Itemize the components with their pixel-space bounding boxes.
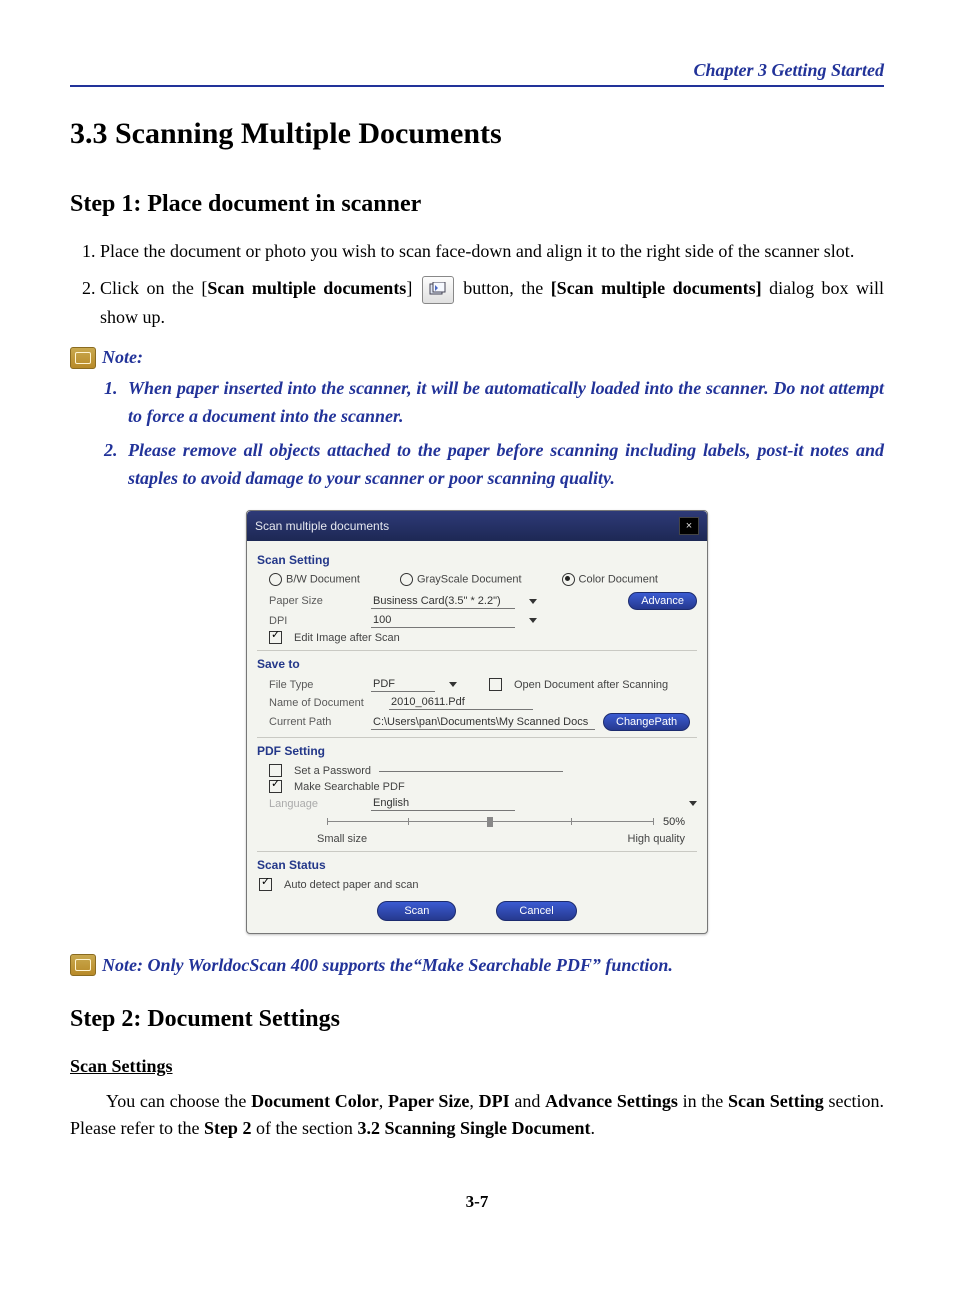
scan-button[interactable]: Scan bbox=[377, 901, 456, 921]
text: Click on the [ bbox=[100, 278, 207, 298]
label: Color Document bbox=[579, 574, 658, 586]
t: Paper Size bbox=[388, 1091, 469, 1111]
note-item-2: Please remove all objects attached to th… bbox=[122, 437, 884, 493]
set-password-label: Set a Password bbox=[294, 765, 371, 777]
divider bbox=[257, 650, 697, 651]
note-list: When paper inserted into the scanner, it… bbox=[70, 375, 884, 493]
note-after-dialog: Note: Only WorldocScan 400 supports the“… bbox=[102, 955, 673, 976]
t: Document Color bbox=[251, 1091, 379, 1111]
close-icon[interactable]: × bbox=[679, 517, 699, 535]
note-icon bbox=[70, 954, 96, 976]
value: 100 bbox=[373, 614, 391, 626]
scan-multiple-icon bbox=[422, 276, 454, 304]
chevron-down-icon[interactable] bbox=[529, 599, 537, 604]
auto-detect-label: Auto detect paper and scan bbox=[284, 879, 419, 891]
slider-percent: 50% bbox=[663, 816, 685, 828]
searchable-pdf-checkbox[interactable] bbox=[269, 780, 282, 793]
step1-instructions: Place the document or photo you wish to … bbox=[70, 238, 884, 331]
text: Scan multiple documents bbox=[207, 278, 406, 298]
t: DPI bbox=[479, 1091, 510, 1111]
edit-after-scan-label: Edit Image after Scan bbox=[294, 632, 400, 644]
language-dropdown[interactable]: English bbox=[371, 796, 515, 811]
t: You can choose the bbox=[106, 1091, 251, 1111]
section-title: 3.3 Scanning Multiple Documents bbox=[70, 117, 884, 151]
t: Scan Setting bbox=[728, 1091, 824, 1111]
t: , bbox=[469, 1091, 478, 1111]
dpi-label: DPI bbox=[269, 615, 363, 627]
divider bbox=[257, 851, 697, 852]
scan-settings-subheading: Scan Settings bbox=[70, 1053, 884, 1080]
instruction-2: Click on the [Scan multiple documents] b… bbox=[100, 275, 884, 331]
slider-right-label: High quality bbox=[628, 833, 685, 845]
scan-setting-heading: Scan Setting bbox=[257, 553, 697, 567]
t: , bbox=[379, 1091, 388, 1111]
pdf-setting-heading: PDF Setting bbox=[257, 744, 697, 758]
current-path-field: C:\Users\pan\Documents\My Scanned Docs bbox=[371, 715, 595, 730]
radio-color[interactable]: Color Document bbox=[562, 573, 658, 586]
searchable-pdf-label: Make Searchable PDF bbox=[294, 781, 405, 793]
slider-left-label: Small size bbox=[317, 833, 367, 845]
label: GrayScale Document bbox=[417, 574, 522, 586]
set-password-checkbox[interactable] bbox=[269, 764, 282, 777]
t: 3.2 Scanning Single Document bbox=[357, 1118, 590, 1138]
scan-multiple-dialog: Scan multiple documents × Scan Setting B… bbox=[246, 510, 708, 934]
value: PDF bbox=[373, 678, 395, 690]
save-to-heading: Save to bbox=[257, 657, 697, 671]
t: Advance Settings bbox=[545, 1091, 678, 1111]
doc-name-field[interactable]: 2010_0611.Pdf bbox=[389, 695, 533, 710]
file-type-dropdown[interactable]: PDF bbox=[371, 677, 435, 692]
note-icon bbox=[70, 347, 96, 369]
advance-button[interactable]: Advance bbox=[628, 592, 697, 610]
quality-slider[interactable] bbox=[327, 815, 653, 829]
radio-grayscale[interactable]: GrayScale Document bbox=[400, 573, 522, 586]
language-label: Language bbox=[269, 798, 363, 810]
step2-title: Step 2: Document Settings bbox=[70, 1006, 884, 1033]
t: and bbox=[510, 1091, 545, 1111]
password-field[interactable] bbox=[379, 769, 563, 772]
value: English bbox=[373, 797, 409, 809]
change-path-button[interactable]: ChangePath bbox=[603, 713, 690, 731]
scan-status-heading: Scan Status bbox=[257, 858, 697, 872]
current-path-label: Current Path bbox=[269, 716, 363, 728]
cancel-button[interactable]: Cancel bbox=[496, 901, 576, 921]
radio-bw[interactable]: B/W Document bbox=[269, 573, 360, 586]
open-after-scanning-label: Open Document after Scanning bbox=[514, 679, 668, 691]
chapter-header: Chapter 3 Getting Started bbox=[70, 60, 884, 87]
paper-size-dropdown[interactable]: Business Card(3.5" * 2.2") bbox=[371, 594, 515, 609]
text: ] bbox=[406, 278, 419, 298]
dpi-dropdown[interactable]: 100 bbox=[371, 613, 515, 628]
dialog-title: Scan multiple documents bbox=[255, 519, 389, 533]
paper-size-label: Paper Size bbox=[269, 595, 363, 607]
chevron-down-icon[interactable] bbox=[529, 618, 537, 623]
doc-name-label: Name of Document bbox=[269, 697, 381, 709]
chevron-down-icon[interactable] bbox=[689, 801, 697, 806]
chevron-down-icon[interactable] bbox=[449, 682, 457, 687]
instruction-1: Place the document or photo you wish to … bbox=[100, 238, 884, 265]
step1-title: Step 1: Place document in scanner bbox=[70, 191, 884, 218]
divider bbox=[257, 737, 697, 738]
t: . bbox=[590, 1118, 595, 1138]
edit-after-scan-checkbox[interactable] bbox=[269, 631, 282, 644]
text: [Scan multiple documents] bbox=[551, 278, 762, 298]
text: button, the bbox=[463, 278, 550, 298]
t: of the section bbox=[251, 1118, 357, 1138]
auto-detect-checkbox[interactable] bbox=[259, 878, 272, 891]
note-item-1: When paper inserted into the scanner, it… bbox=[122, 375, 884, 431]
file-type-label: File Type bbox=[269, 679, 363, 691]
note-label: Note: bbox=[102, 347, 143, 368]
label: B/W Document bbox=[286, 574, 360, 586]
t: in the bbox=[678, 1091, 728, 1111]
step2-paragraph: You can choose the Document Color, Paper… bbox=[70, 1088, 884, 1142]
t: Step 2 bbox=[204, 1118, 252, 1138]
page-number: 3-7 bbox=[70, 1192, 884, 1212]
value: Business Card(3.5" * 2.2") bbox=[373, 595, 501, 607]
open-after-scanning-checkbox[interactable] bbox=[489, 678, 502, 691]
